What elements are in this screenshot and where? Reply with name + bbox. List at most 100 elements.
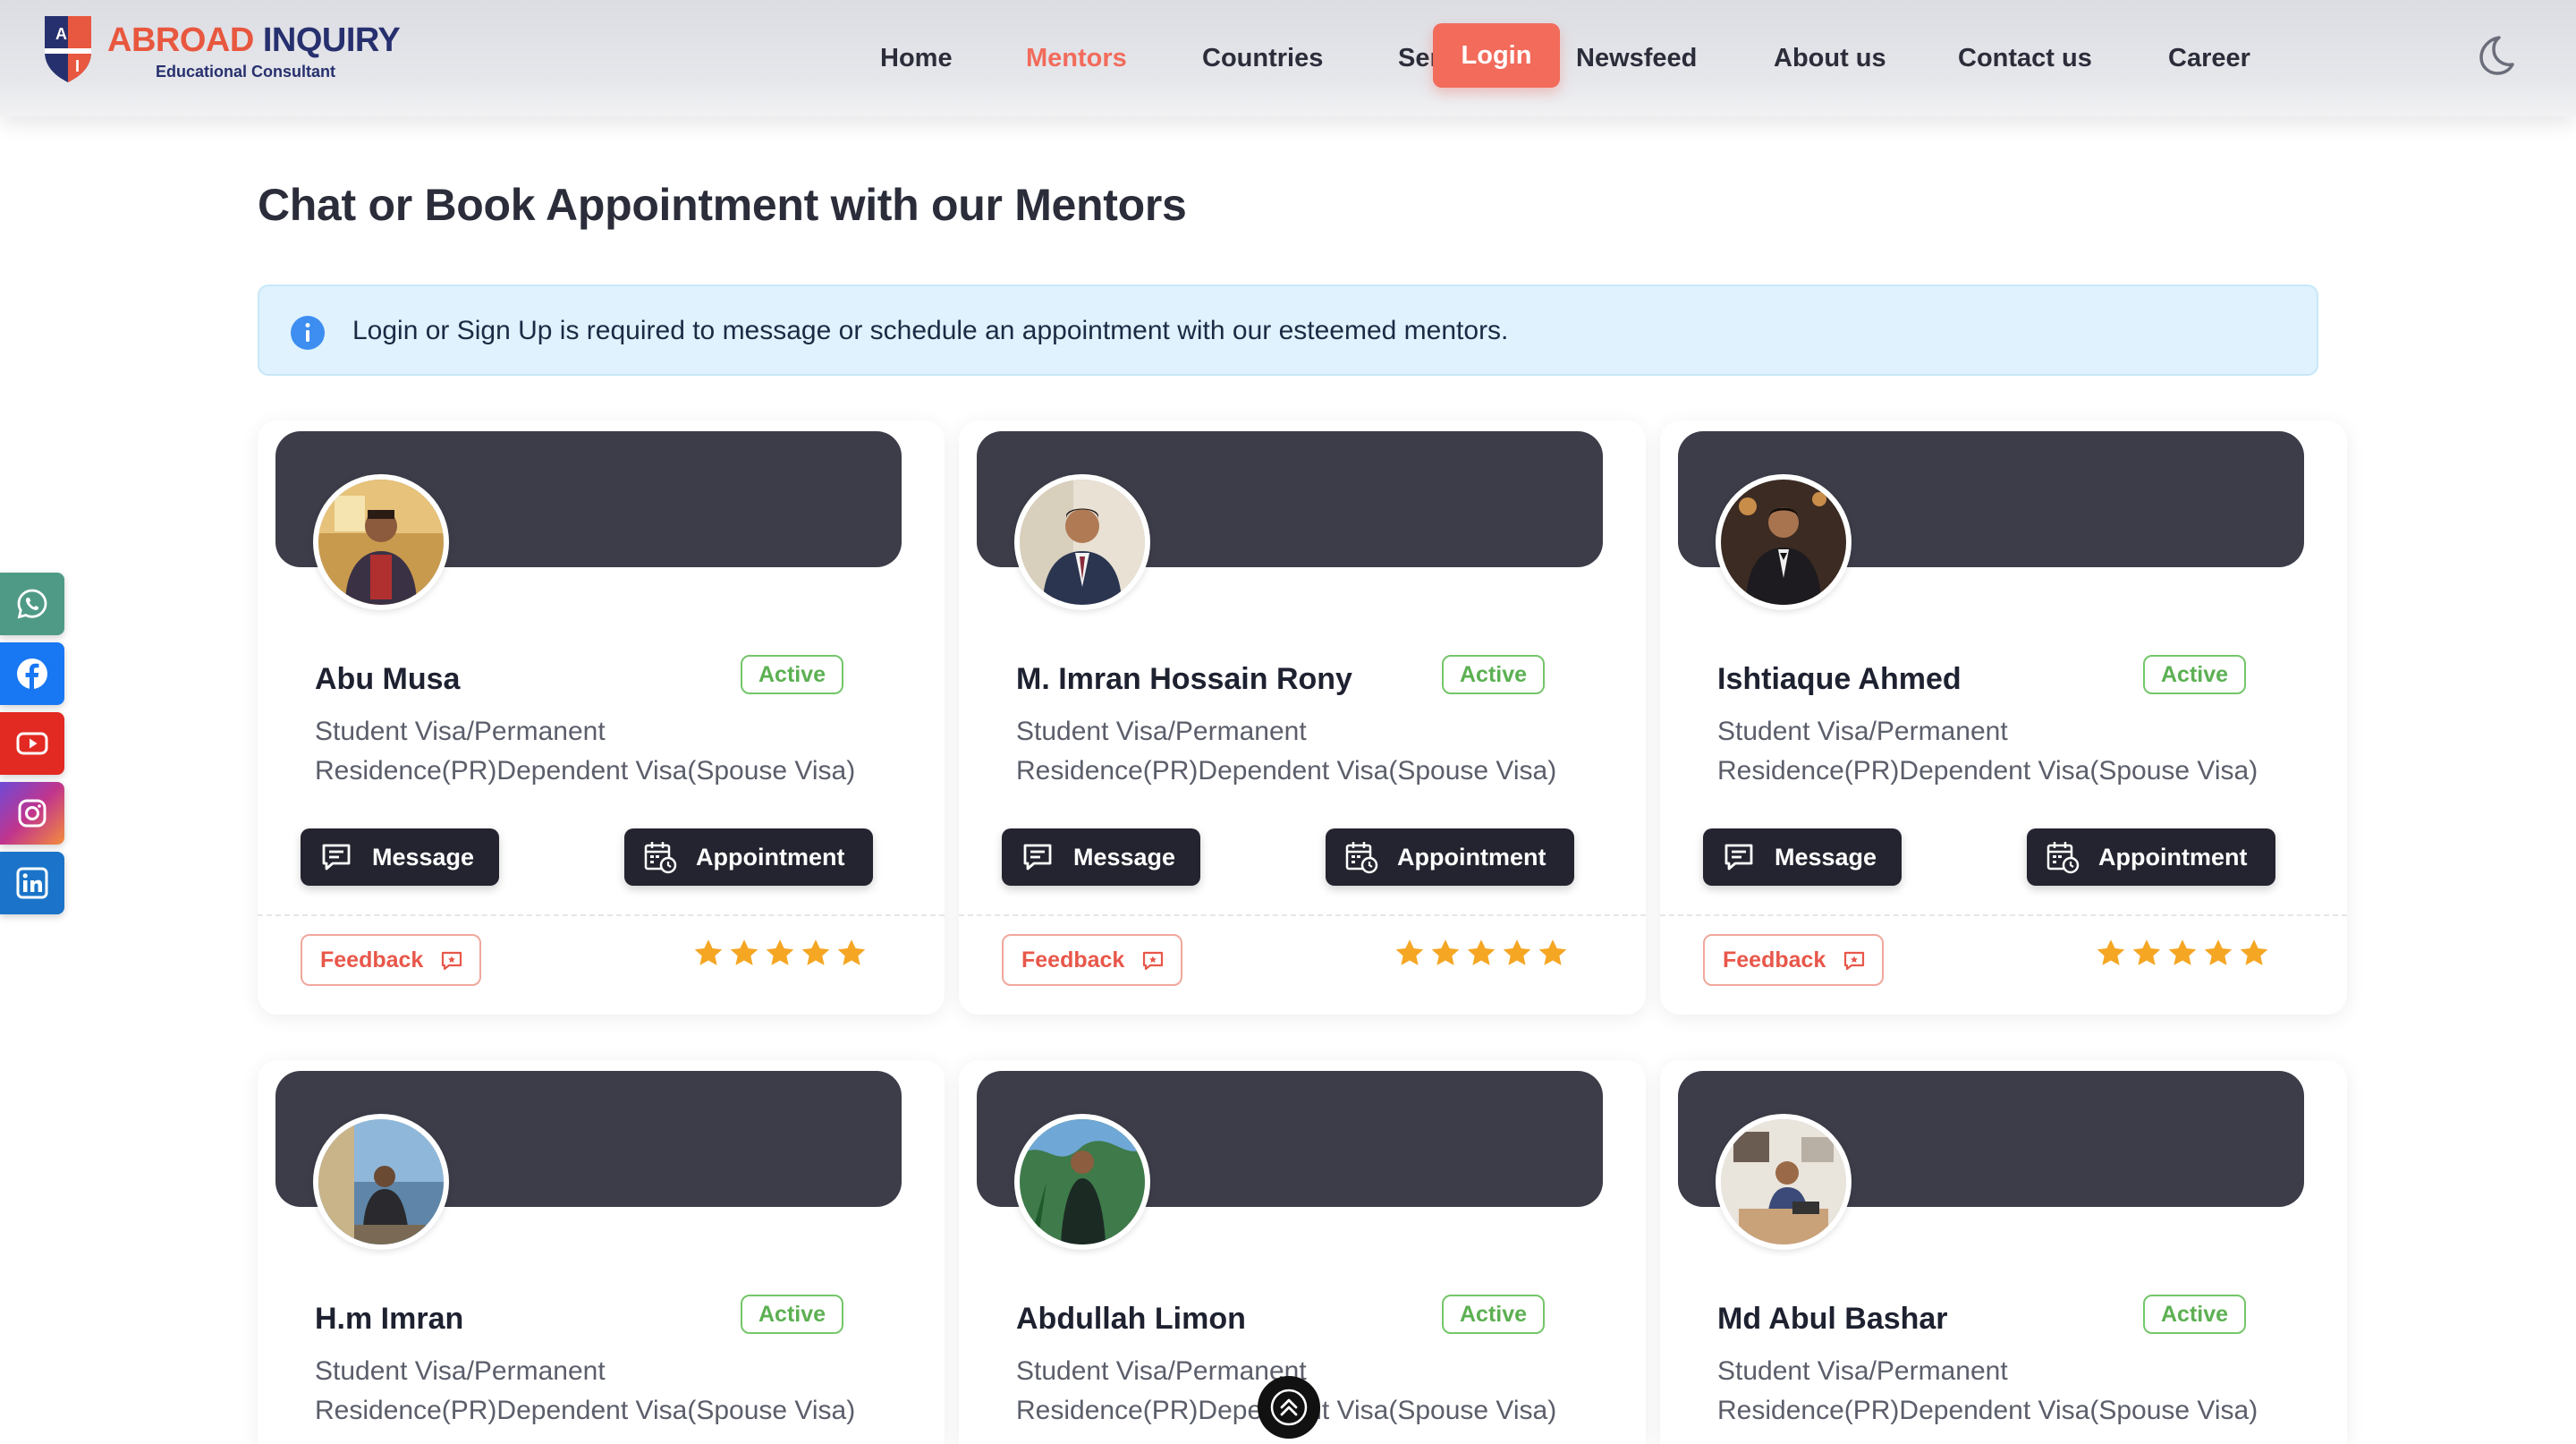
brand-name-part2: INQUIRY xyxy=(262,21,401,59)
star-icon xyxy=(801,939,830,965)
rating-stars xyxy=(2095,938,2274,973)
mentor-card: H.m Imran Active Student Visa/Permanent … xyxy=(258,1060,945,1444)
status-badge: Active xyxy=(2143,1295,2247,1334)
feedback-icon xyxy=(1843,951,1865,971)
mentor-name: M. Imran Hossain Rony xyxy=(1016,662,1352,696)
whatsapp-link[interactable] xyxy=(0,573,64,635)
linkedin-icon xyxy=(16,867,48,899)
avatar-photo xyxy=(1721,1119,1846,1244)
mentor-card: Ishtiaque Ahmed Active Student Visa/Perm… xyxy=(1660,420,2347,1015)
star-icon xyxy=(766,939,794,965)
scroll-to-top-button[interactable] xyxy=(1258,1376,1320,1439)
mentor-avatar[interactable] xyxy=(1716,1114,1852,1250)
feedback-button[interactable]: Feedback xyxy=(1703,934,1884,986)
svg-text:I: I xyxy=(75,57,80,75)
mentor-avatar[interactable] xyxy=(1014,474,1150,610)
mentor-name: Abu Musa xyxy=(315,662,461,696)
brand-tagline: Educational Consultant xyxy=(156,63,336,81)
appointment-label: Appointment xyxy=(696,844,845,871)
svg-text:A: A xyxy=(55,25,67,43)
nav-item-about-us[interactable]: About us xyxy=(1774,36,1886,81)
avatar-photo xyxy=(1020,480,1145,605)
message-button[interactable]: Message xyxy=(1703,828,1902,886)
message-label: Message xyxy=(1073,844,1176,871)
nav-item-career[interactable]: Career xyxy=(2168,36,2250,81)
nav-item-mentors[interactable]: Mentors xyxy=(1026,36,1127,81)
facebook-icon xyxy=(17,658,47,689)
star-icon xyxy=(730,939,758,965)
card-divider xyxy=(959,914,1646,916)
chevron-up-circle-icon xyxy=(1270,1389,1308,1426)
info-icon xyxy=(291,316,325,350)
calendar-clock-icon xyxy=(2046,842,2080,874)
star-icon xyxy=(1395,939,1424,965)
mentor-avatar[interactable] xyxy=(1716,474,1852,610)
brand-logo[interactable]: A I ABROAD INQUIRY Educational Consultan… xyxy=(41,13,401,84)
star-icon xyxy=(1503,939,1531,965)
star-icon xyxy=(2132,939,2161,965)
facebook-link[interactable] xyxy=(0,642,64,705)
feedback-button[interactable]: Feedback xyxy=(1002,934,1182,986)
mentor-card: Abu Musa Active Student Visa/Permanent R… xyxy=(258,420,945,1015)
mentor-services: Student Visa/Permanent Residence(PR)Depe… xyxy=(1717,717,2258,786)
mentor-card: Md Abul Bashar Active Student Visa/Perma… xyxy=(1660,1060,2347,1444)
youtube-icon xyxy=(16,732,48,755)
message-button[interactable]: Message xyxy=(1002,828,1200,886)
appointment-label: Appointment xyxy=(2098,844,2248,871)
nav-item-newsfeed[interactable]: Newsfeed xyxy=(1576,36,1697,81)
linkedin-link[interactable] xyxy=(0,852,64,914)
instagram-link[interactable] xyxy=(0,782,64,845)
shield-logo-icon: A I xyxy=(45,16,91,82)
nav-item-contact-us[interactable]: Contact us xyxy=(1958,36,2092,81)
mentor-services: Student Visa/Permanent Residence(PR)Depe… xyxy=(1717,1356,2258,1425)
appointment-button[interactable]: Appointment xyxy=(624,828,873,886)
star-icon xyxy=(2097,939,2125,965)
star-icon xyxy=(1431,939,1460,965)
nav-item-home[interactable]: Home xyxy=(880,36,953,81)
chat-icon xyxy=(1724,844,1753,871)
whatsapp-icon xyxy=(17,589,47,619)
mentor-avatar[interactable] xyxy=(313,474,449,610)
card-divider xyxy=(1660,914,2347,916)
mentor-services: Student Visa/Permanent Residence(PR)Depe… xyxy=(1016,1356,1557,1425)
mentor-name: H.m Imran xyxy=(315,1302,464,1336)
appointment-button[interactable]: Appointment xyxy=(1326,828,1574,886)
star-icon xyxy=(2168,939,2197,965)
login-button[interactable]: Login xyxy=(1433,23,1560,88)
mentor-name: Md Abul Bashar xyxy=(1717,1302,1948,1336)
appointment-button[interactable]: Appointment xyxy=(2027,828,2275,886)
mentor-services: Student Visa/Permanent Residence(PR)Depe… xyxy=(315,1356,856,1425)
login-required-alert: Login or Sign Up is required to message … xyxy=(258,285,2318,376)
mentor-services: Student Visa/Permanent Residence(PR)Depe… xyxy=(315,717,856,786)
youtube-link[interactable] xyxy=(0,712,64,775)
star-icon xyxy=(1467,939,1496,965)
mentor-services: Student Visa/Permanent Residence(PR)Depe… xyxy=(1016,717,1557,786)
feedback-button[interactable]: Feedback xyxy=(301,934,481,986)
moon-icon[interactable] xyxy=(2472,32,2517,77)
mentor-name: Abdullah Limon xyxy=(1016,1302,1246,1336)
calendar-clock-icon xyxy=(1345,842,1378,874)
feedback-label: Feedback xyxy=(320,947,424,973)
status-badge: Active xyxy=(1442,655,1546,694)
page-title: Chat or Book Appointment with our Mentor… xyxy=(258,180,1187,230)
card-divider xyxy=(258,914,945,916)
feedback-label: Feedback xyxy=(1021,947,1125,973)
message-button[interactable]: Message xyxy=(301,828,499,886)
calendar-clock-icon xyxy=(644,842,677,874)
chat-icon xyxy=(322,844,351,871)
nav-item-countries[interactable]: Countries xyxy=(1202,36,1323,81)
feedback-label: Feedback xyxy=(1723,947,1826,973)
mentor-avatar[interactable] xyxy=(1014,1114,1150,1250)
chat-icon xyxy=(1023,844,1052,871)
mentor-card: M. Imran Hossain Rony Active Student Vis… xyxy=(959,420,1646,1015)
feedback-icon xyxy=(1142,951,1164,971)
mentor-name: Ishtiaque Ahmed xyxy=(1717,662,1962,696)
status-badge: Active xyxy=(741,1295,844,1334)
feedback-icon xyxy=(441,951,462,971)
mentor-avatar[interactable] xyxy=(313,1114,449,1250)
top-navbar: A I ABROAD INQUIRY Educational Consultan… xyxy=(0,0,2576,116)
status-badge: Active xyxy=(741,655,844,694)
rating-stars xyxy=(692,938,871,973)
status-badge: Active xyxy=(2143,655,2247,694)
avatar-photo xyxy=(318,1119,444,1244)
